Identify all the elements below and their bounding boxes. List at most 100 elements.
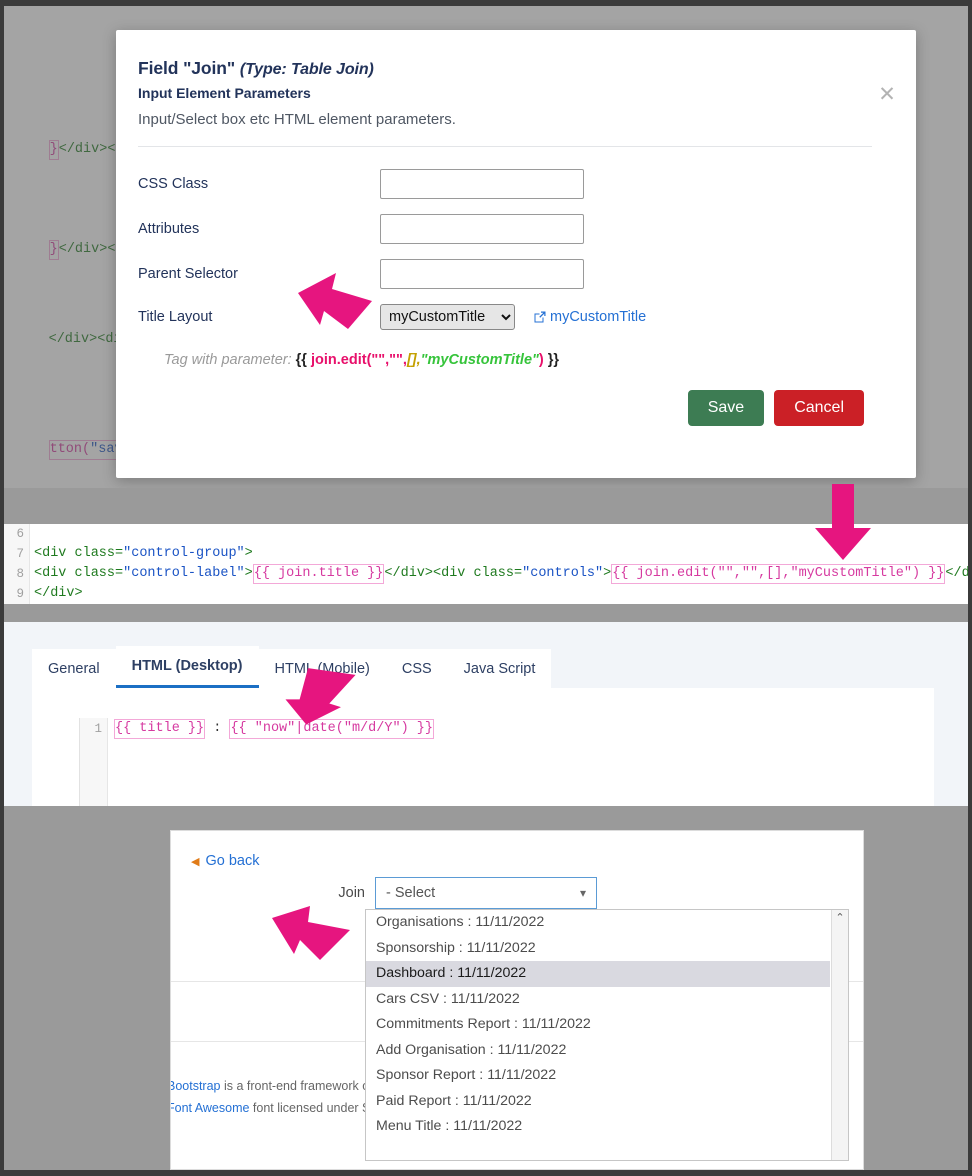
modal-title: Field "Join" (Type: Table Join): [138, 58, 890, 79]
list-item[interactable]: Sponsor Report : 11/11/2022: [366, 1063, 830, 1089]
code-line-9: </div>: [34, 584, 83, 604]
line-number: 1: [94, 722, 102, 736]
font-awesome-link[interactable]: Font Awesome: [171, 1101, 249, 1115]
list-item[interactable]: Cars CSV : 11/11/2022: [366, 987, 830, 1013]
bootstrap-text: is a front-end framework o: [220, 1079, 370, 1093]
code-tag: <div class=: [34, 546, 124, 561]
title-layout-link-text: myCustomTitle: [550, 309, 647, 325]
list-item[interactable]: Organisations : 11/11/2022: [366, 910, 830, 936]
main-code-editor-strip: 6 7 8 9 <div class="control-group"> <div…: [4, 488, 968, 622]
tag-open: {{: [295, 352, 311, 368]
code-tag: <div class=: [34, 566, 124, 581]
css-class-input[interactable]: [380, 169, 584, 199]
tab-html-mobile[interactable]: HTML (Mobile): [258, 649, 386, 688]
tag-close: }}: [543, 352, 560, 368]
tag-fn: join.edit(: [310, 352, 372, 368]
modal-subtitle: Input Element Parameters: [138, 85, 311, 101]
field-parameters-modal: ✕ Field "Join" (Type: Table Join) Input …: [116, 30, 916, 478]
close-icon[interactable]: ✕: [876, 84, 898, 106]
caret-left-icon: ◀: [191, 856, 200, 868]
code-string: "controls": [522, 566, 604, 581]
chevron-down-icon: ▾: [579, 886, 586, 900]
code-string: "control-label": [123, 566, 245, 581]
code-gutter: 6 7 8 9: [4, 524, 30, 604]
title-layout-label: Title Layout: [138, 309, 213, 325]
field-row-attributes: Attributes: [138, 214, 890, 244]
tab-code-editor[interactable]: 1 {{ title }} : {{ "now"|date("m/d/Y") }…: [79, 718, 934, 806]
font-awesome-text: font licensed under S: [249, 1101, 371, 1115]
code-line-7: <div class="control-group">: [34, 544, 253, 564]
tag-hint-label: Tag with parameter:: [164, 352, 292, 368]
preview-footer: Bootstrap is a front-end framework o Fon…: [171, 1079, 371, 1123]
code-string: "control-group": [123, 546, 245, 561]
dropdown-scrollbar[interactable]: ⌃: [831, 910, 848, 1160]
tab-panel: 1 {{ title }} : {{ "now"|date("m/d/Y") }…: [32, 688, 934, 806]
list-item[interactable]: Add Organisation : 11/11/2022: [366, 1038, 830, 1064]
code-gt: >: [244, 566, 253, 581]
tab-code-line-1: {{ title }} : {{ "now"|date("m/d/Y") }}: [114, 718, 434, 740]
join-label: Join: [338, 885, 365, 901]
app-root: }</div><div cla }</div><div cla </div><d…: [4, 6, 968, 1170]
line-number: 9: [16, 587, 24, 601]
footer-line-fontawesome: Font Awesome font licensed under S: [171, 1101, 371, 1115]
modal-description: Input/Select box etc HTML element parame…: [138, 111, 456, 128]
code-gutter: 1: [80, 718, 108, 806]
tab-bar: General HTML (Desktop) HTML (Mobile) CSS…: [32, 644, 934, 688]
tag-hint-code: {{ join.edit("","",[],"myCustomTitle") }…: [296, 352, 559, 368]
preview-section: ◀ Go back Join - Select ▾ Bootstrap is a …: [4, 806, 968, 1170]
tag-param: "myCustomTitle": [420, 352, 539, 368]
list-item[interactable]: Menu Title : 11/11/2022: [366, 1114, 830, 1140]
code-tag: </div: [945, 566, 968, 581]
title-layout-external-link[interactable]: myCustomTitle: [533, 309, 646, 325]
list-item[interactable]: Paid Report : 11/11/2022: [366, 1089, 830, 1115]
list-item[interactable]: Commitments Report : 11/11/2022: [366, 1012, 830, 1038]
tab-css[interactable]: CSS: [385, 649, 448, 688]
tab-html-desktop[interactable]: HTML (Desktop): [115, 646, 259, 688]
list-item-selected[interactable]: Dashboard : 11/11/2022: [366, 961, 830, 987]
tab-general[interactable]: General: [32, 649, 116, 688]
cancel-button[interactable]: Cancel: [774, 390, 864, 426]
join-select[interactable]: - Select ▾: [375, 877, 597, 909]
footer-line-bootstrap: Bootstrap is a front-end framework o: [171, 1079, 370, 1093]
scroll-up-icon[interactable]: ⌃: [832, 910, 848, 926]
code-mustache-title: {{ title }}: [114, 719, 206, 739]
tag-brackets: [],: [406, 352, 421, 368]
code-gt: >: [244, 546, 253, 561]
code-mustache-date: {{ "now"|date("m/d/Y") }}: [229, 719, 434, 739]
line-number: 8: [16, 567, 24, 581]
code-mustache-join-edit: {{ join.edit("","",[],"myCustomTitle") }…: [611, 564, 946, 584]
parent-selector-input[interactable]: [380, 259, 584, 289]
external-link-icon: [533, 310, 547, 324]
field-row-title-layout: Title Layout myCustomTitle myCustomTitle: [138, 304, 890, 330]
list-item[interactable]: Sponsorship : 11/11/2022: [366, 936, 830, 962]
code-line-8: <div class="control-label">{{ join.title…: [34, 564, 968, 584]
css-class-label: CSS Class: [138, 176, 209, 192]
go-back[interactable]: ◀ Go back: [191, 853, 259, 869]
bootstrap-link[interactable]: Bootstrap: [171, 1079, 221, 1093]
save-button[interactable]: Save: [687, 390, 765, 426]
modal-actions: Save Cancel: [138, 390, 864, 426]
code-tag: </div>: [34, 586, 83, 601]
editor-tabs-section: General HTML (Desktop) HTML (Mobile) CSS…: [4, 622, 968, 806]
tab-java-script[interactable]: Java Script: [447, 649, 552, 688]
tag-with-parameter-row: Tag with parameter: {{ join.edit("","",[…: [164, 352, 890, 368]
modal-title-type: (Type: Table Join): [239, 61, 374, 78]
tag-args-quotes: "","",: [371, 352, 407, 368]
form-preview: ◀ Go back Join - Select ▾ Bootstrap is a …: [170, 830, 864, 1170]
attributes-input[interactable]: [380, 214, 584, 244]
main-code-editor[interactable]: 6 7 8 9 <div class="control-group"> <div…: [4, 524, 968, 604]
title-layout-select[interactable]: myCustomTitle: [380, 304, 515, 330]
code-tag: </div><div class=: [384, 566, 523, 581]
parent-selector-label: Parent Selector: [138, 266, 238, 282]
join-select-value: - Select: [386, 885, 436, 901]
go-back-link[interactable]: Go back: [205, 853, 259, 869]
join-options-scroll: ' Organisations : 11/11/2022 Sponsorship…: [366, 910, 830, 1140]
line-number: 7: [16, 547, 24, 561]
join-field-row: Join - Select ▾: [171, 877, 863, 909]
field-row-css-class: CSS Class: [138, 169, 890, 199]
code-separator: :: [205, 721, 230, 736]
join-options-dropdown[interactable]: ' Organisations : 11/11/2022 Sponsorship…: [365, 909, 849, 1161]
code-mustache-join-title: {{ join.title }}: [252, 564, 385, 584]
editor-tabs-card: General HTML (Desktop) HTML (Mobile) CSS…: [32, 644, 934, 806]
line-number: 6: [16, 527, 24, 541]
